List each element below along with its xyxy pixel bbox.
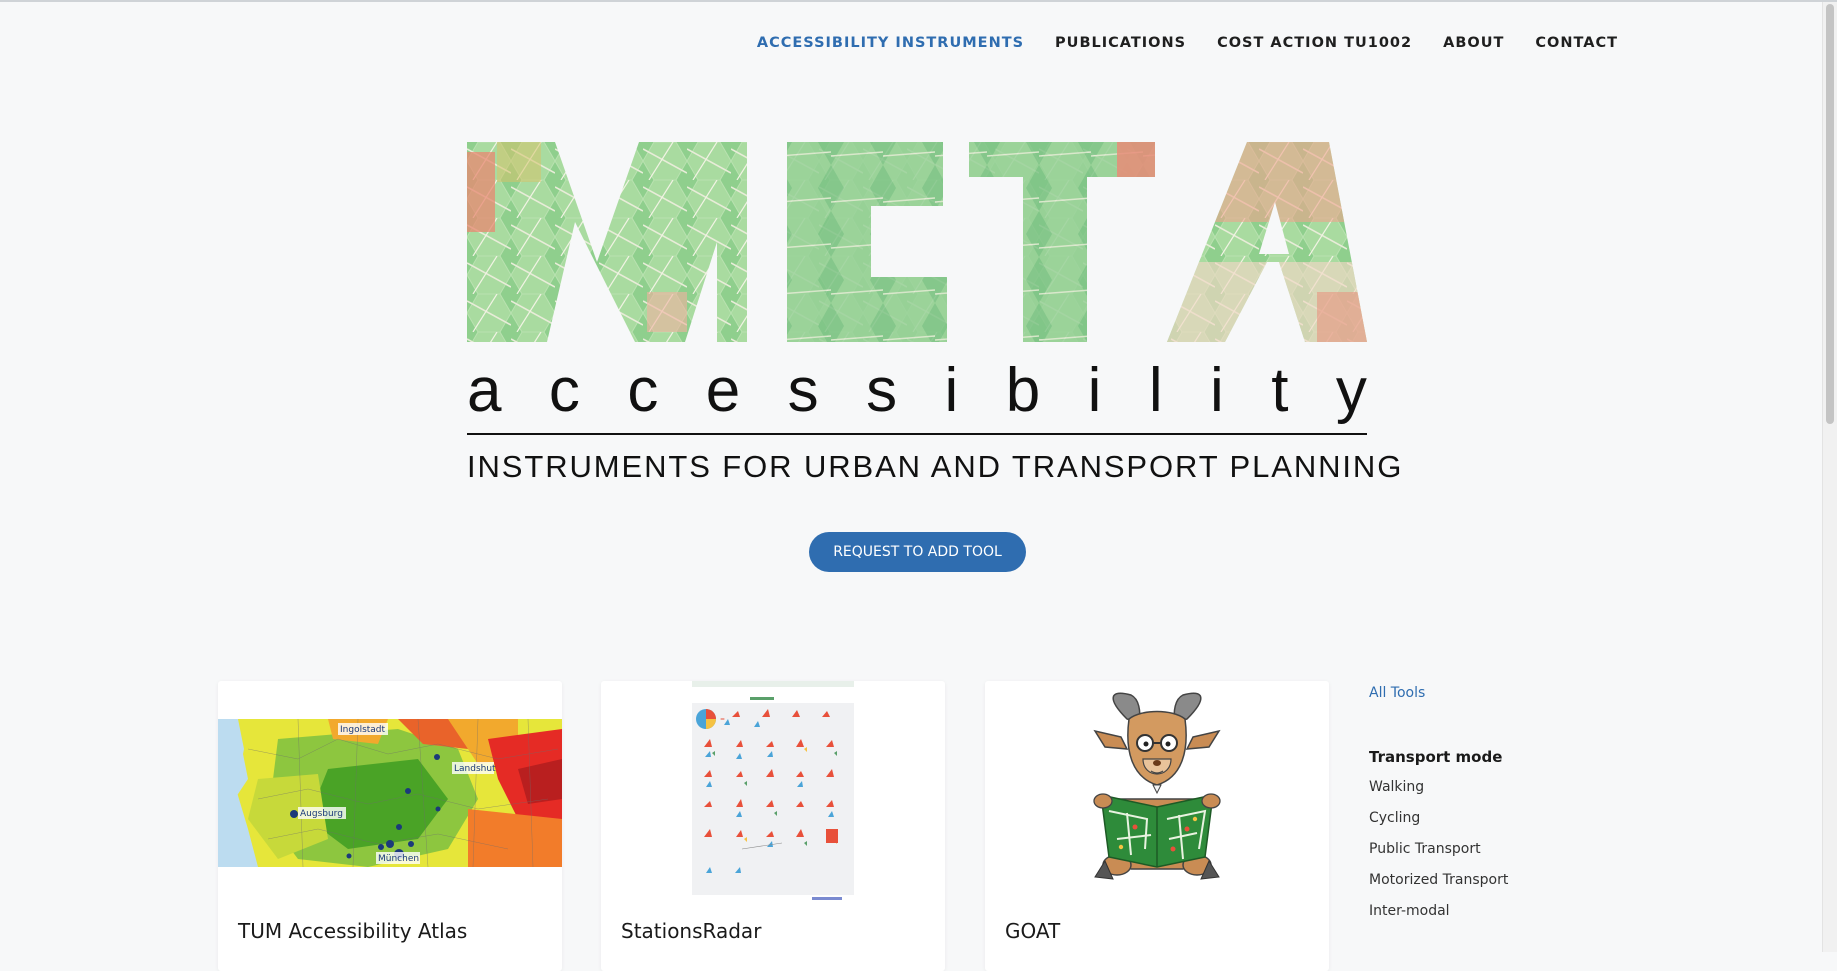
- logo-accessibility-word: accessibility: [467, 356, 1367, 425]
- map-label-muenchen: München: [378, 854, 419, 864]
- transport-mode-list: Walking Cycling Public Transport Motoriz…: [1369, 779, 1619, 934]
- request-to-add-tool-button[interactable]: REQUEST TO ADD TOOL: [809, 532, 1026, 572]
- map-label-ingolstadt: Ingolstadt: [340, 725, 386, 735]
- meta-map-letters: [467, 142, 1367, 342]
- site-logo: accessibility INSTRUMENTS FOR URBAN AND …: [467, 142, 1401, 484]
- card-title: GOAT: [1005, 919, 1061, 943]
- scrollbar-thumb[interactable]: [1826, 4, 1834, 424]
- card-title: StationsRadar: [621, 919, 762, 943]
- nav-cost-action[interactable]: COST ACTION TU1002: [1217, 35, 1412, 51]
- filter-sidebar: All Tools Transport mode Walking Cycling…: [1369, 685, 1619, 934]
- tool-card-goat[interactable]: GOAT: [985, 681, 1329, 971]
- card-title: TUM Accessibility Atlas: [238, 919, 468, 943]
- filter-public-transport[interactable]: Public Transport: [1369, 841, 1619, 872]
- stationsradar-screenshot-thumbnail: =: [692, 681, 854, 903]
- filter-inter-modal[interactable]: Inter-modal: [1369, 903, 1619, 934]
- nav-accessibility-instruments[interactable]: ACCESSIBILITY INSTRUMENTS: [757, 35, 1024, 51]
- accessibility-atlas-map-thumbnail: Ingolstadt Landshut Augsburg München: [218, 719, 562, 867]
- nav-contact[interactable]: CONTACT: [1535, 35, 1618, 51]
- filter-cycling[interactable]: Cycling: [1369, 810, 1619, 841]
- map-label-landshut: Landshut: [454, 764, 496, 774]
- nav-publications[interactable]: PUBLICATIONS: [1055, 35, 1186, 51]
- tool-card-stationsradar[interactable]: = StationsRadar: [601, 681, 945, 971]
- tool-card-tum-atlas[interactable]: Ingolstadt Landshut Augsburg München TUM…: [218, 681, 562, 971]
- nav-about[interactable]: ABOUT: [1443, 35, 1504, 51]
- logo-tagline: INSTRUMENTS FOR URBAN AND TRANSPORT PLAN…: [467, 449, 1404, 484]
- goat-mascot-image: [1093, 692, 1221, 880]
- page-scrollbar[interactable]: [1822, 2, 1837, 952]
- map-label-augsburg: Augsburg: [300, 809, 343, 819]
- logo-divider: [467, 433, 1367, 435]
- transport-mode-heading: Transport mode: [1369, 748, 1503, 766]
- filter-walking[interactable]: Walking: [1369, 779, 1619, 810]
- all-tools-link[interactable]: All Tools: [1369, 685, 1619, 701]
- main-nav: ACCESSIBILITY INSTRUMENTS PUBLICATIONS C…: [757, 35, 1618, 51]
- svg-text:=: =: [720, 716, 725, 723]
- filter-motorized-transport[interactable]: Motorized Transport: [1369, 872, 1619, 903]
